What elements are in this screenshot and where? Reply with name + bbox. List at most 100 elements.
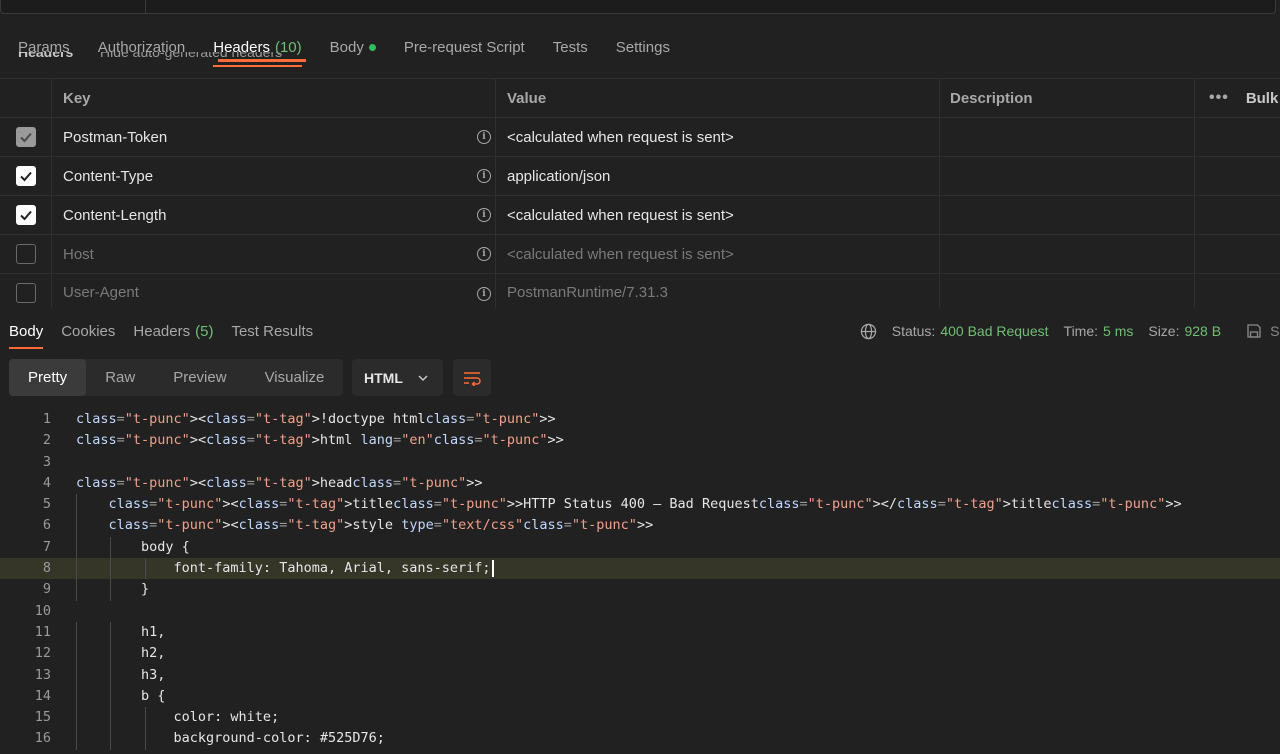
- header-description[interactable]: [940, 118, 1195, 156]
- code-text: b {: [76, 687, 166, 704]
- info-icon[interactable]: i: [477, 130, 491, 144]
- header-description[interactable]: [940, 235, 1195, 273]
- code-text: class="t-punc"><class="t-tag">!doctype h…: [76, 411, 556, 427]
- more-options-icon[interactable]: •••: [1209, 89, 1229, 107]
- code-line[interactable]: 6 class="t-punc"><class="t-tag">style ty…: [0, 515, 1280, 537]
- globe-icon[interactable]: [860, 323, 877, 340]
- code-text: body {: [76, 538, 190, 555]
- format-value: HTML: [364, 369, 403, 386]
- code-line[interactable]: 8 font-family: Tahoma, Arial, sans-serif…: [0, 558, 1280, 580]
- code-line[interactable]: 5 class="t-punc"><class="t-tag">titlecla…: [0, 494, 1280, 516]
- code-text: class="t-punc"><class="t-tag">style type…: [108, 517, 654, 534]
- header-value[interactable]: application/json: [496, 157, 940, 195]
- info-icon[interactable]: i: [477, 169, 491, 183]
- column-value: Value: [496, 79, 940, 117]
- response-code-editor[interactable]: 1 class="t-punc"><class="t-tag">!doctype …: [0, 409, 1280, 754]
- response-headers-count: (5): [195, 322, 214, 340]
- code-line[interactable]: 10: [0, 601, 1280, 622]
- code-line[interactable]: 13 h3,: [0, 664, 1280, 686]
- view-preview[interactable]: Preview: [154, 359, 245, 396]
- code-line[interactable]: 15 color: white;: [0, 707, 1280, 729]
- line-number: 6: [42, 517, 51, 534]
- row-checkbox[interactable]: [15, 127, 36, 147]
- response-tab-headers[interactable]: Headers (5): [133, 312, 213, 350]
- row-checkbox[interactable]: [15, 282, 36, 303]
- code-line[interactable]: 12 h2,: [0, 643, 1280, 665]
- code-line[interactable]: 11 h1,: [0, 621, 1280, 644]
- header-description[interactable]: [940, 196, 1195, 234]
- code-line[interactable]: 7 body {: [0, 536, 1280, 559]
- size-group[interactable]: Size: 928 B: [1148, 323, 1221, 339]
- header-description[interactable]: [940, 274, 1195, 308]
- view-mode-switcher: Pretty Raw Preview Visualize: [9, 359, 344, 396]
- header-key[interactable]: Content-Type: [63, 168, 153, 185]
- info-icon[interactable]: i: [477, 247, 491, 261]
- info-icon[interactable]: i: [477, 208, 491, 222]
- tab-body[interactable]: Body: [330, 25, 376, 69]
- tab-settings[interactable]: Settings: [616, 25, 670, 69]
- response-meta: Status: 400 Bad Request Time: 5 ms Size: 92…: [860, 312, 1280, 350]
- time-label: Time:: [1063, 323, 1099, 339]
- code-line[interactable]: 1 class="t-punc"><class="t-tag">!doctype …: [0, 409, 1280, 430]
- body-indicator-dot: [368, 43, 376, 51]
- headers-table: Key Value Description ••• Bulk Edit Post…: [0, 78, 1280, 308]
- header-key[interactable]: User-Agent: [63, 284, 139, 301]
- code-text: h3,: [76, 666, 166, 683]
- line-number: 7: [42, 538, 51, 555]
- code-line[interactable]: 9 }: [0, 579, 1280, 601]
- check-icon: [19, 132, 32, 143]
- header-value[interactable]: <calculated when request is sent>: [496, 235, 940, 273]
- code-text: h2,: [76, 645, 166, 662]
- header-key[interactable]: Content-Length: [63, 207, 166, 224]
- url-divider: [145, 0, 146, 14]
- row-checkbox[interactable]: [15, 166, 36, 186]
- tab-prerequest-script[interactable]: Pre-request Script: [404, 25, 525, 69]
- code-text: class="t-punc"><class="t-tag">titleclass…: [108, 496, 1182, 513]
- line-number: 16: [34, 730, 51, 747]
- line-number: 1: [42, 411, 51, 427]
- bulk-edit-button[interactable]: Bulk Edit: [1246, 90, 1280, 107]
- code-line[interactable]: 3: [0, 452, 1280, 473]
- code-text: h1,: [76, 623, 166, 640]
- tab-tests[interactable]: Tests: [553, 25, 588, 69]
- status-group[interactable]: Status: 400 Bad Request: [892, 323, 1049, 339]
- code-line[interactable]: 2 class="t-punc"><class="t-tag">html lang…: [0, 430, 1280, 451]
- url-input-box[interactable]: [0, 0, 1276, 14]
- row-checkbox[interactable]: [15, 244, 36, 264]
- column-description: Description: [940, 79, 1195, 117]
- table-header-row: Key Value Description ••• Bulk Edit: [0, 78, 1280, 118]
- code-text: font-family: Tahoma, Arial, sans-serif;: [76, 558, 494, 579]
- format-select[interactable]: HTML: [352, 359, 443, 396]
- view-raw[interactable]: Raw: [86, 359, 154, 396]
- code-line[interactable]: 14 b {: [0, 685, 1280, 708]
- size-value: 928 B: [1184, 323, 1222, 339]
- header-value[interactable]: PostmanRuntime/7.31.3: [496, 274, 940, 308]
- table-row: User-Agent i PostmanRuntime/7.31.3: [0, 274, 1280, 308]
- url-bar-remnant: [0, 0, 1280, 16]
- code-text: background-color: #525D76;: [76, 730, 385, 747]
- headers-subheader-label: Headers: [18, 52, 74, 60]
- view-visualize[interactable]: Visualize: [246, 359, 344, 396]
- line-number: 4: [42, 474, 51, 491]
- header-description[interactable]: [940, 157, 1195, 195]
- response-tab-test-results[interactable]: Test Results: [231, 312, 313, 350]
- size-label: Size:: [1148, 323, 1180, 339]
- code-line[interactable]: 4 class="t-punc"><class="t-tag">headclass…: [0, 473, 1280, 494]
- view-pretty[interactable]: Pretty: [9, 359, 87, 396]
- header-value[interactable]: <calculated when request is sent>: [496, 196, 940, 234]
- response-tab-body[interactable]: Body: [9, 312, 44, 350]
- row-checkbox[interactable]: [15, 205, 36, 225]
- check-icon: [19, 171, 32, 182]
- response-tab-cookies[interactable]: Cookies: [61, 312, 115, 350]
- line-number: 10: [34, 602, 51, 619]
- code-text: class="t-punc"><class="t-tag">html lang=…: [76, 432, 564, 449]
- header-value: <calculated when request is sent>: [496, 118, 940, 156]
- code-text: color: white;: [76, 709, 280, 726]
- header-key[interactable]: Host: [63, 246, 94, 263]
- code-line[interactable]: 16 background-color: #525D76;: [0, 728, 1280, 750]
- wrap-lines-button[interactable]: [453, 359, 491, 396]
- bulk-edit-area: ••• Bulk Edit: [1195, 79, 1280, 117]
- info-icon[interactable]: i: [477, 287, 491, 302]
- save-response-button[interactable]: Save: [1246, 323, 1280, 339]
- time-group[interactable]: Time: 5 ms: [1064, 323, 1134, 339]
